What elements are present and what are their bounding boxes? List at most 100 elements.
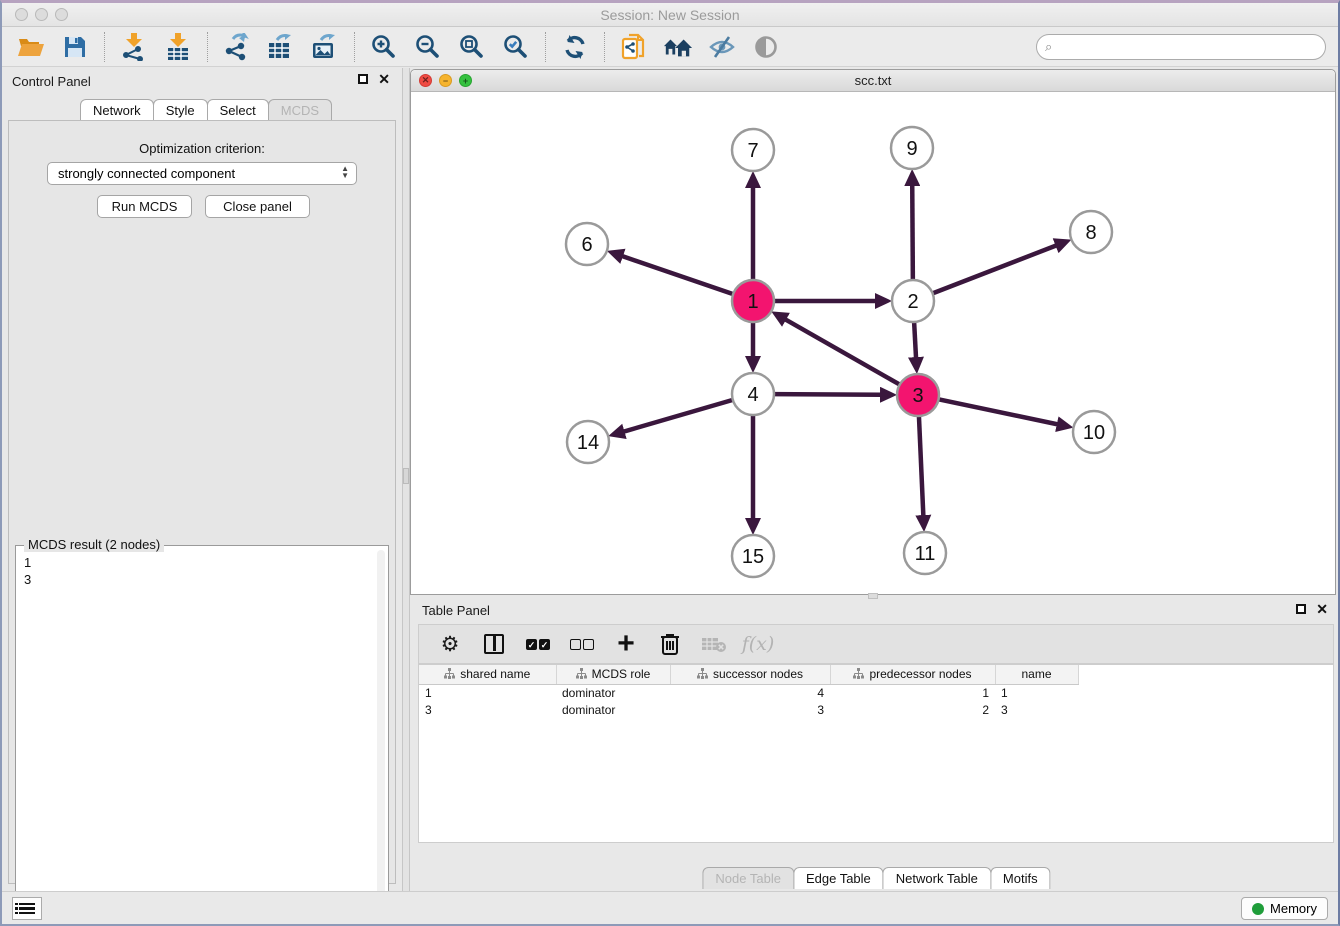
deselect-all-icon[interactable] xyxy=(569,631,595,657)
control-panel: Control Panel ✕ NetworkStyleSelectMCDS O… xyxy=(2,68,402,896)
edge-3-10[interactable] xyxy=(939,399,1058,424)
edge-3-1[interactable] xyxy=(785,319,900,384)
tab-select[interactable]: Select xyxy=(207,99,269,121)
close-panel-button[interactable]: Close panel xyxy=(205,195,310,218)
chevron-updown-icon: ▲▼ xyxy=(341,165,349,179)
column-header-successor-nodes[interactable]: successor nodes xyxy=(670,665,830,684)
tab-network[interactable]: Network xyxy=(80,99,154,121)
tab-node-table[interactable]: Node Table xyxy=(702,867,794,889)
cell-shared-name[interactable]: 1 xyxy=(419,684,556,701)
edge-4-3[interactable] xyxy=(774,394,881,395)
refresh-icon[interactable] xyxy=(560,32,590,62)
edge-2-3[interactable] xyxy=(914,322,916,358)
export-network-icon[interactable] xyxy=(222,32,252,62)
import-table-icon[interactable] xyxy=(163,32,193,62)
save-session-icon[interactable] xyxy=(60,32,90,62)
cell-successor-nodes[interactable]: 4 xyxy=(670,684,830,701)
open-session-icon[interactable] xyxy=(619,32,649,62)
cell-shared-name[interactable]: 3 xyxy=(419,701,556,718)
select-all-icon[interactable]: ✓✓ xyxy=(525,631,551,657)
result-line: 1 xyxy=(24,554,31,571)
column-header-MCDS-role[interactable]: MCDS role xyxy=(556,665,670,684)
float-table-panel-icon[interactable] xyxy=(1296,604,1306,614)
run-mcds-button[interactable]: Run MCDS xyxy=(97,195,192,218)
search-box[interactable]: ⌕ xyxy=(1036,34,1326,60)
delete-table-icon xyxy=(701,631,727,657)
memory-status-icon xyxy=(1252,903,1264,915)
zoom-selected-icon[interactable] xyxy=(501,32,531,62)
edge-3-11[interactable] xyxy=(919,416,923,516)
open-file-icon[interactable] xyxy=(16,32,46,62)
splitter-handle[interactable] xyxy=(403,468,409,484)
cell-name[interactable]: 1 xyxy=(995,684,1078,701)
cell-MCDS-role[interactable]: dominator xyxy=(556,684,670,701)
export-image-icon[interactable] xyxy=(310,32,340,62)
edge-2-8[interactable] xyxy=(933,245,1057,293)
cell-predecessor-nodes[interactable]: 2 xyxy=(830,701,995,718)
zoom-in-icon[interactable] xyxy=(369,32,399,62)
node-label-2: 2 xyxy=(907,291,918,313)
column-header-name[interactable]: name xyxy=(995,665,1078,684)
network-view-window: ✕ − + scc.txt 7968124314101511 xyxy=(410,69,1336,595)
tab-motifs[interactable]: Motifs xyxy=(990,867,1051,889)
column-split-icon[interactable] xyxy=(481,631,507,657)
node-label-9: 9 xyxy=(906,138,917,160)
edge-4-14[interactable] xyxy=(624,400,733,432)
network-canvas[interactable]: 7968124314101511 xyxy=(411,92,1335,594)
gear-icon[interactable]: ⚙ xyxy=(437,631,463,657)
search-input[interactable] xyxy=(1052,37,1325,57)
task-history-button[interactable] xyxy=(12,897,42,920)
cell-MCDS-role[interactable]: dominator xyxy=(556,701,670,718)
export-table-icon[interactable] xyxy=(266,32,296,62)
home-icon[interactable] xyxy=(663,32,693,62)
column-header-predecessor-nodes[interactable]: predecessor nodes xyxy=(830,665,995,684)
titlebar: Session: New Session xyxy=(2,3,1338,27)
node-table[interactable]: shared nameMCDS rolesuccessor nodesprede… xyxy=(418,664,1334,843)
network-window-titlebar[interactable]: ✕ − + scc.txt xyxy=(411,70,1335,92)
delete-column-icon[interactable] xyxy=(657,631,683,657)
node-label-4: 4 xyxy=(747,384,758,406)
show-all-icon[interactable] xyxy=(751,32,781,62)
tab-mcds[interactable]: MCDS xyxy=(268,99,332,121)
table-row[interactable]: 1dominator411 xyxy=(419,684,1078,701)
add-column-icon[interactable]: + xyxy=(613,631,639,657)
column-header-shared-name[interactable]: shared name xyxy=(419,665,556,684)
table-row[interactable]: 3dominator323 xyxy=(419,701,1078,718)
tab-edge-table[interactable]: Edge Table xyxy=(793,867,884,889)
vertical-splitter[interactable] xyxy=(402,68,410,896)
main-toolbar: ⌕ xyxy=(2,27,1338,67)
node-label-7: 7 xyxy=(747,140,758,162)
mcds-tab-content: Optimization criterion: strongly connect… xyxy=(8,120,396,884)
close-panel-icon[interactable]: ✕ xyxy=(378,74,390,84)
edge-2-9[interactable] xyxy=(912,185,913,280)
zoom-fit-icon[interactable] xyxy=(457,32,487,62)
node-label-14: 14 xyxy=(577,432,599,454)
network-title: scc.txt xyxy=(411,73,1335,88)
cell-predecessor-nodes[interactable]: 1 xyxy=(830,684,995,701)
optimization-criterion-label: Optimization criterion: xyxy=(9,141,395,156)
horizontal-splitter-handle[interactable] xyxy=(868,593,878,599)
result-scrollbar[interactable] xyxy=(377,550,385,910)
cell-name[interactable]: 3 xyxy=(995,701,1078,718)
node-label-3: 3 xyxy=(912,385,923,407)
cell-successor-nodes[interactable]: 3 xyxy=(670,701,830,718)
table-panel-tabs: Node TableEdge TableNetwork TableMotifs xyxy=(702,867,1049,889)
selected-option: strongly connected component xyxy=(58,166,235,181)
application-window: Session: New Session xyxy=(0,0,1340,926)
table-toolbar: ⚙ ✓✓ + f(x) xyxy=(418,624,1334,664)
optimization-criterion-select[interactable]: strongly connected component ▲▼ xyxy=(47,162,357,185)
tab-network-table[interactable]: Network Table xyxy=(883,867,991,889)
close-table-panel-icon[interactable]: ✕ xyxy=(1316,604,1328,614)
mcds-result-box: MCDS result (2 nodes) 13 xyxy=(15,545,389,923)
zoom-out-icon[interactable] xyxy=(413,32,443,62)
memory-button[interactable]: Memory xyxy=(1241,897,1328,920)
table-panel: Table Panel ✕ ⚙ ✓✓ + f(x) shared nameMCD… xyxy=(410,598,1340,896)
import-network-icon[interactable] xyxy=(119,32,149,62)
search-icon: ⌕ xyxy=(1045,39,1052,55)
float-panel-icon[interactable] xyxy=(358,74,368,84)
edge-1-6[interactable] xyxy=(622,256,733,294)
hide-selected-icon[interactable] xyxy=(707,32,737,62)
node-label-11: 11 xyxy=(915,543,936,565)
node-label-10: 10 xyxy=(1083,422,1105,444)
tab-style[interactable]: Style xyxy=(153,99,208,121)
